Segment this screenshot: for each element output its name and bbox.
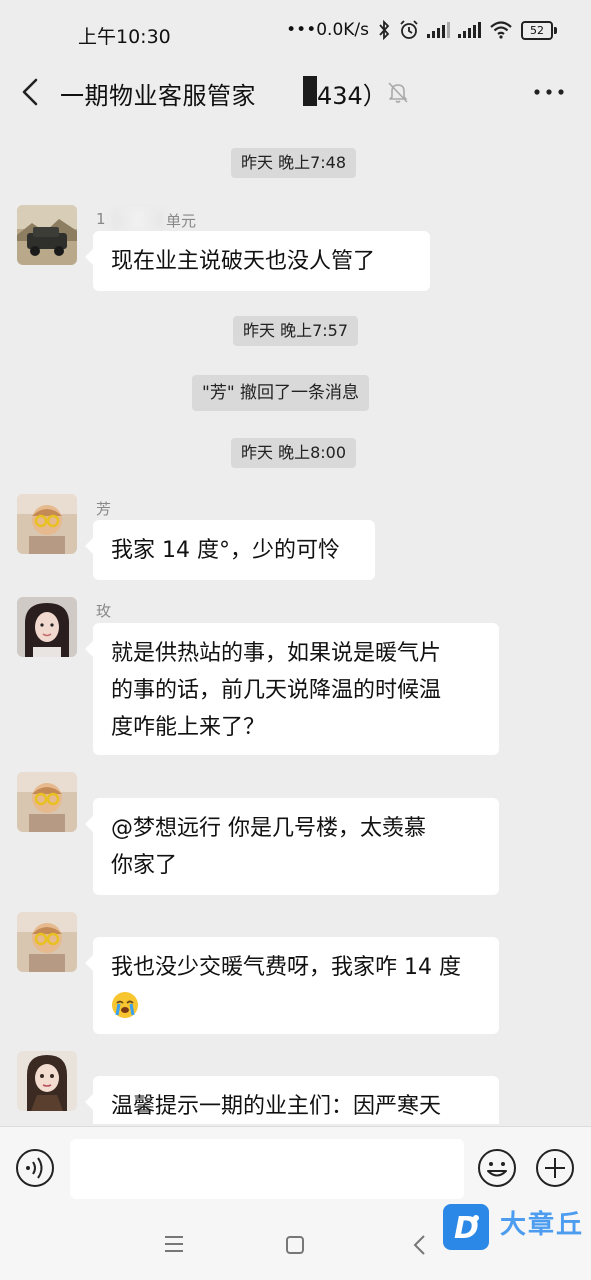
sender-name: 芳 — [96, 500, 112, 518]
sender-name-blur — [112, 210, 164, 230]
battery-level: 52 — [521, 20, 553, 40]
watermark-logo: D — [443, 1204, 489, 1250]
message-text: 现在业主说破天也没人管了 — [111, 249, 376, 274]
message-bubble[interactable]: 我家 14 度°，少的可怜 — [85, 520, 375, 580]
emoji-icon[interactable] — [476, 1147, 518, 1189]
more-icon[interactable] — [532, 80, 566, 104]
hd-signal-icon — [427, 22, 450, 38]
message-bubble[interactable]: @梦想远行 你是几号楼，太羡慕 你家了 — [85, 798, 499, 895]
avatar[interactable] — [17, 772, 77, 832]
chat-header: 一期物业客服管家 434） — [0, 66, 591, 118]
message-bubble[interactable]: 温馨提示一期的业主们：因严寒天 — [85, 1076, 499, 1124]
plus-icon[interactable] — [534, 1147, 576, 1189]
avatar[interactable] — [17, 494, 77, 554]
page-title: 一期物业客服管家 — [60, 82, 256, 110]
signal-icon — [458, 22, 481, 38]
battery-icon: 52 — [521, 20, 557, 40]
input-bar — [0, 1126, 591, 1211]
sender-name: 玫 — [96, 602, 112, 620]
recall-notice: "芳" 撤回了一条消息 — [192, 375, 370, 411]
message-text: 我家 14 度°，少的可怜 — [111, 538, 340, 563]
net-speed: •••0.0K/s — [286, 20, 369, 40]
status-bar: 上午10:30 •••0.0K/s 52 — [0, 0, 591, 66]
title-redaction — [303, 76, 317, 106]
message-bubble[interactable]: 现在业主说破天也没人管了 — [85, 231, 430, 291]
wifi-icon — [490, 21, 512, 39]
message-line: 你家了 — [111, 853, 178, 878]
back-nav-icon[interactable] — [410, 1232, 430, 1258]
avatar[interactable] — [17, 1051, 77, 1111]
sender-name: 1 — [96, 210, 106, 228]
message-line: 度咋能上来了？ — [111, 715, 266, 740]
voice-icon[interactable] — [14, 1147, 56, 1189]
time-separator: 昨天 晚上7:57 — [233, 316, 359, 346]
message-line: 的事的话，前几天说降温的时候温 — [111, 678, 442, 703]
time-separator: 昨天 晚上7:48 — [231, 148, 357, 178]
time-separator: 昨天 晚上8:00 — [231, 438, 357, 468]
title-blur-mask — [262, 74, 302, 108]
message-bubble[interactable]: 我也没少交暖气费呀，我家咋 14 度 — [85, 937, 499, 1034]
message-line: 我也没少交暖气费呀，我家咋 14 度 — [111, 955, 461, 980]
menu-icon[interactable] — [162, 1234, 186, 1254]
alarm-icon — [400, 20, 418, 39]
chat-area[interactable]: 昨天 晚上7:48 1 单元 现在业主说破天也没人管了 昨天 晚上7:57 "芳… — [0, 124, 591, 1124]
home-icon[interactable] — [284, 1234, 306, 1256]
watermark-text: 大章丘 — [500, 1210, 585, 1240]
avatar[interactable] — [17, 912, 77, 972]
status-time: 上午10:30 — [78, 26, 171, 48]
message-input[interactable] — [70, 1139, 464, 1199]
status-icons: •••0.0K/s 52 — [286, 20, 557, 40]
avatar[interactable] — [17, 205, 77, 265]
back-icon[interactable] — [16, 74, 48, 110]
message-line: 就是供热站的事，如果说是暖气片 — [111, 641, 442, 666]
sender-name-suffix: 单元 — [166, 212, 197, 230]
crying-face-icon — [112, 992, 138, 1018]
avatar[interactable] — [17, 597, 77, 657]
mute-bell-icon — [388, 82, 408, 103]
message-line: 温馨提示一期的业主们：因严寒天 — [111, 1094, 442, 1119]
system-nav-bar: D 大章丘 — [0, 1204, 591, 1280]
message-line: @梦想远行 你是几号楼，太羡慕 — [111, 816, 426, 841]
message-bubble[interactable]: 就是供热站的事，如果说是暖气片 的事的话，前几天说降温的时候温 度咋能上来了？ — [85, 623, 499, 755]
member-count: 434） — [317, 82, 387, 110]
bluetooth-icon — [379, 20, 390, 40]
